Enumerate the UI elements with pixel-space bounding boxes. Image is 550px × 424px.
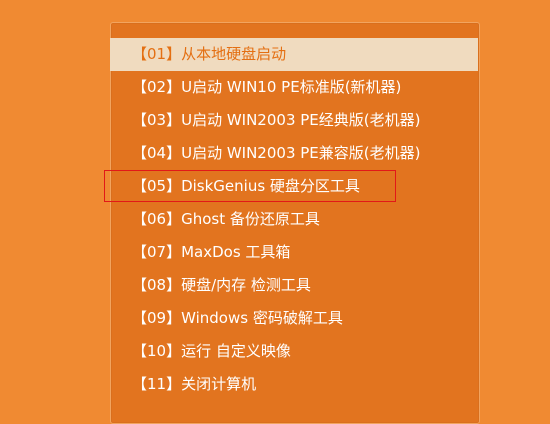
menu-item-disk-memory-test[interactable]: 【08】硬盘/内存 检测工具 [110, 269, 478, 302]
menu-item-ghost[interactable]: 【06】Ghost 备份还原工具 [110, 203, 478, 236]
menu-item-win2003-pe-compatible[interactable]: 【04】U启动 WIN2003 PE兼容版(老机器) [110, 137, 478, 170]
menu-item-custom-image[interactable]: 【10】运行 自定义映像 [110, 335, 478, 368]
menu-item-win10-pe[interactable]: 【02】U启动 WIN10 PE标准版(新机器) [110, 71, 478, 104]
menu-item-diskgenius[interactable]: 【05】DiskGenius 硬盘分区工具 [110, 170, 478, 203]
menu-item-shutdown[interactable]: 【11】关闭计算机 [110, 368, 478, 401]
menu-item-win2003-pe-classic[interactable]: 【03】U启动 WIN2003 PE经典版(老机器) [110, 104, 478, 137]
menu-item-boot-local-disk[interactable]: 【01】从本地硬盘启动 [110, 38, 478, 71]
menu-item-windows-password[interactable]: 【09】Windows 密码破解工具 [110, 302, 478, 335]
menu-item-maxdos[interactable]: 【07】MaxDos 工具箱 [110, 236, 478, 269]
boot-menu: 【01】从本地硬盘启动 【02】U启动 WIN10 PE标准版(新机器) 【03… [110, 38, 478, 401]
